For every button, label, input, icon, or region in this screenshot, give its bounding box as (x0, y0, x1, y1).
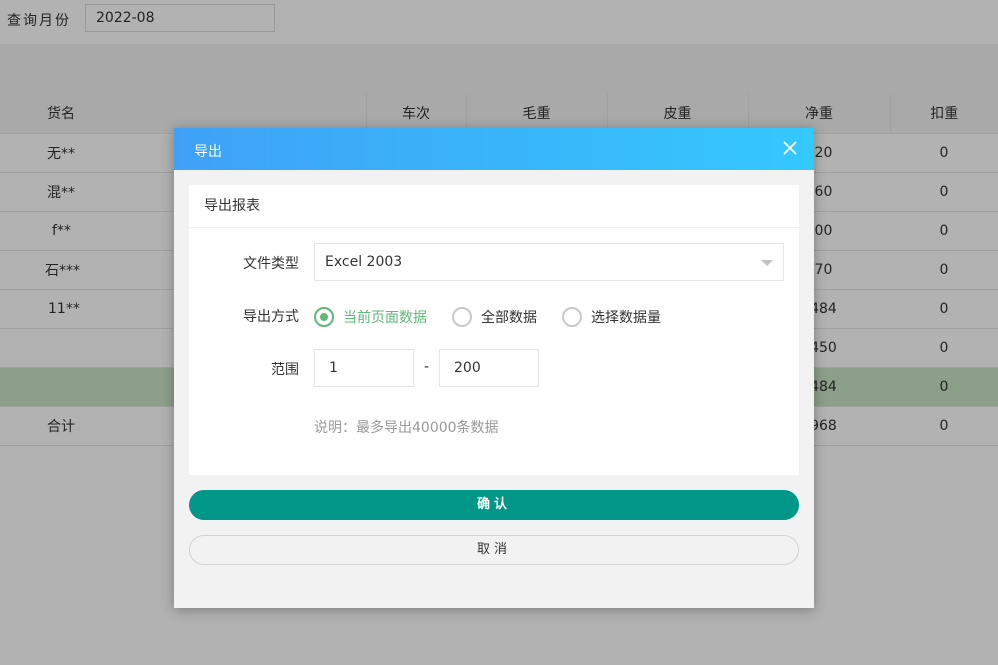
caret-down-icon (761, 260, 773, 266)
range-end-input[interactable]: 200 (439, 349, 539, 387)
file-type-select[interactable]: Excel 2003 (314, 243, 784, 281)
radio-all-data[interactable]: 全部数据 (452, 305, 537, 329)
radio-select-amount[interactable]: 选择数据量 (562, 305, 661, 329)
radio-unchecked-icon (452, 307, 472, 327)
cancel-button[interactable]: 取消 (189, 535, 799, 565)
export-dialog: 导出 导出报表 文件类型 Excel 2003 导出方式 当前页面数据 全部数据… (174, 128, 814, 608)
radio-label: 选择数据量 (591, 310, 661, 326)
radio-current-page[interactable]: 当前页面数据 (314, 305, 427, 329)
confirm-button[interactable]: 确认 (189, 490, 799, 520)
range-separator: - (424, 359, 430, 375)
radio-unchecked-icon (562, 307, 582, 327)
export-note: 说明：最多导出40000条数据 (314, 420, 499, 436)
radio-label: 当前页面数据 (343, 310, 427, 326)
file-type-label: 文件类型 (243, 256, 299, 272)
export-mode-label: 导出方式 (243, 309, 299, 325)
dialog-title: 导出 (194, 144, 222, 160)
range-label: 范围 (271, 362, 299, 378)
range-start-input[interactable]: 1 (314, 349, 414, 387)
radio-label: 全部数据 (481, 310, 537, 326)
radio-checked-icon (314, 307, 334, 327)
file-type-value: Excel 2003 (325, 254, 403, 270)
panel-title: 导出报表 (189, 185, 799, 228)
export-panel: 导出报表 文件类型 Excel 2003 导出方式 当前页面数据 全部数据 选择… (189, 185, 799, 475)
dialog-header: 导出 (174, 128, 814, 170)
close-icon[interactable] (782, 140, 798, 156)
